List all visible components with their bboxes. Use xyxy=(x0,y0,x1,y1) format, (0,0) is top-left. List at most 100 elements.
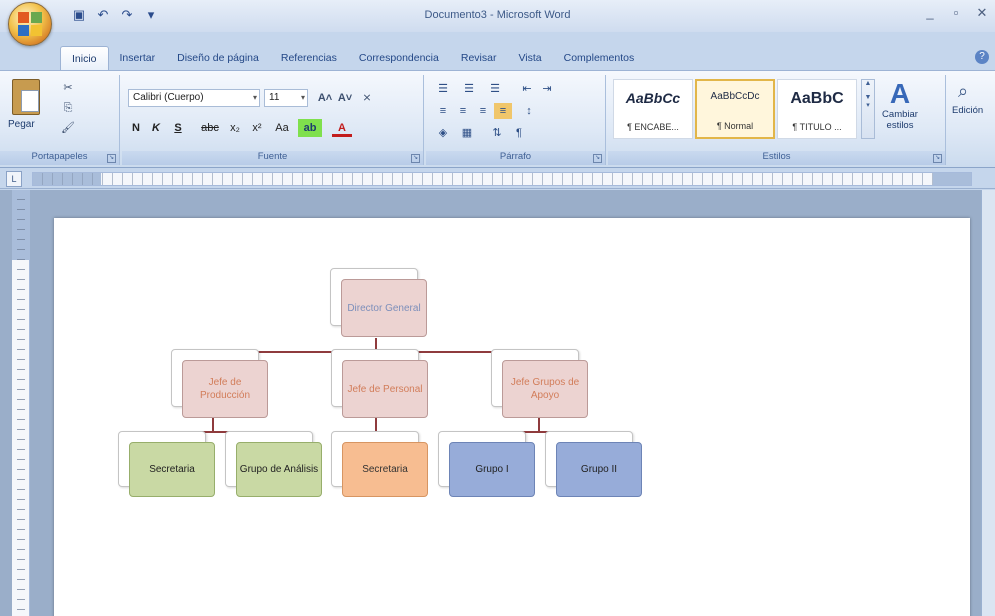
decrease-indent-icon[interactable]: ⇤ xyxy=(518,81,536,97)
tab-correspondencia[interactable]: Correspondencia xyxy=(348,46,450,70)
style-normal-name: ¶ Normal xyxy=(716,121,754,131)
clipboard-group: Pegar ✂ ⎘ 🖌 Portapapeles ↘ xyxy=(0,75,120,165)
style-title[interactable]: AaBbC ¶ TITULO ... xyxy=(777,79,857,139)
editing-button[interactable]: Edición xyxy=(952,105,983,116)
node-jefe-grupos-apoyo[interactable]: Jefe Grupos de Apoyo xyxy=(502,360,588,418)
bold-button[interactable]: N xyxy=(128,119,144,137)
tab-complementos[interactable]: Complementos xyxy=(553,46,646,70)
tab-insertar[interactable]: Insertar xyxy=(109,46,167,70)
editing-group: ⌕ Edición xyxy=(948,75,995,165)
borders-icon[interactable]: ▦ xyxy=(458,125,476,141)
styles-launcher-icon[interactable]: ↘ xyxy=(933,154,942,163)
paragraph-group: ☰ ☰ ☰ ⇤ ⇥ ≡ ≡ ≡ ≡ ↕ ◈ ▦ ⇅ ¶ Párrafo ↘ xyxy=(426,75,606,165)
clipboard-launcher-icon[interactable]: ↘ xyxy=(107,154,116,163)
style-heading[interactable]: AaBbCc ¶ ENCABE... xyxy=(613,79,693,139)
vertical-scrollbar[interactable] xyxy=(981,190,995,616)
format-painter-icon[interactable]: 🖌 xyxy=(60,121,76,135)
sort-icon[interactable]: ⇅ xyxy=(488,125,506,141)
minimize-button[interactable]: _ xyxy=(917,4,943,24)
word-window: ▣ ↶ ↷ ▾ Documento3 - Microsoft Word _ ▫ … xyxy=(0,0,995,616)
node-jefe-personal[interactable]: Jefe de Personal xyxy=(342,360,428,418)
find-icon[interactable]: ⌕ xyxy=(958,81,968,102)
connector-apoyo-down xyxy=(538,418,540,432)
underline-button[interactable]: S xyxy=(170,119,186,137)
chevron-down-icon: ▾ xyxy=(252,93,257,102)
line-spacing-icon[interactable]: ↕ xyxy=(520,103,538,119)
subscript-button[interactable]: x₂ xyxy=(226,119,244,137)
node-grupo-analisis[interactable]: Grupo de Análisis xyxy=(236,442,322,497)
tab-referencias[interactable]: Referencias xyxy=(270,46,348,70)
tab-selector-icon[interactable]: L xyxy=(6,171,22,187)
paragraph-launcher-icon[interactable]: ↘ xyxy=(593,154,602,163)
paste-icon[interactable] xyxy=(12,79,40,115)
bullets-icon[interactable]: ☰ xyxy=(434,81,452,97)
font-color-button[interactable]: A xyxy=(332,119,352,137)
node-director-general[interactable]: Director General xyxy=(341,279,427,337)
paste-button[interactable]: Pegar xyxy=(8,119,35,130)
document-page[interactable]: Director General Jefe de Producción Jefe… xyxy=(54,218,970,616)
font-size-value: 11 xyxy=(269,92,280,103)
styles-group-label: Estilos xyxy=(608,151,945,165)
strikethrough-button[interactable]: abc xyxy=(198,119,222,137)
tab-vista[interactable]: Vista xyxy=(507,46,552,70)
help-icon[interactable]: ? xyxy=(975,50,989,64)
window-controls: _ ▫ ✕ xyxy=(917,4,995,24)
window-title: Documento3 - Microsoft Word xyxy=(424,9,571,21)
shading-icon[interactable]: ◈ xyxy=(434,125,452,141)
styles-group: AaBbCc ¶ ENCABE... AaBbCcDc ¶ Normal AaB… xyxy=(608,75,946,165)
horizontal-ruler[interactable] xyxy=(32,172,972,186)
grow-font-icon[interactable]: A˄ xyxy=(316,91,334,105)
change-styles-button[interactable]: A Cambiar estilos xyxy=(881,79,919,132)
maximize-button[interactable]: ▫ xyxy=(943,4,969,24)
highlight-button[interactable]: ab xyxy=(298,119,322,137)
right-margin-area xyxy=(933,173,971,185)
ribbon-tabs: Inicio Insertar Diseño de página Referen… xyxy=(60,46,645,70)
align-center-icon[interactable]: ≡ xyxy=(454,103,472,119)
font-size-select[interactable]: 11 ▾ xyxy=(264,89,308,107)
superscript-button[interactable]: x² xyxy=(248,119,266,137)
align-right-icon[interactable]: ≡ xyxy=(474,103,492,119)
italic-button[interactable]: K xyxy=(148,119,164,137)
style-title-name: ¶ TITULO ... xyxy=(792,122,842,132)
multilevel-list-icon[interactable]: ☰ xyxy=(486,81,504,97)
change-case-button[interactable]: Aa xyxy=(272,119,292,137)
styles-scroll[interactable]: ▲ ▼ ▾ xyxy=(861,79,875,139)
node-secretaria-produccion[interactable]: Secretaria xyxy=(129,442,215,497)
org-chart[interactable]: Director General Jefe de Producción Jefe… xyxy=(54,218,970,616)
style-title-sample: AaBbC xyxy=(790,90,844,107)
ruler-row: L xyxy=(0,169,995,189)
clear-format-icon[interactable]: ⨯ xyxy=(358,91,376,105)
cut-icon[interactable]: ✂ xyxy=(60,81,76,95)
node-jefe-produccion[interactable]: Jefe de Producción xyxy=(182,360,268,418)
justify-icon[interactable]: ≡ xyxy=(494,103,512,119)
tab-revisar[interactable]: Revisar xyxy=(450,46,508,70)
change-styles-label: Cambiar estilos xyxy=(882,109,918,131)
align-left-icon[interactable]: ≡ xyxy=(434,103,452,119)
pilcrow-icon[interactable]: ¶ xyxy=(510,125,528,141)
style-normal-sample: AaBbCcDc xyxy=(710,91,760,102)
style-normal[interactable]: AaBbCcDc ¶ Normal xyxy=(695,79,775,139)
node-secretaria-personal[interactable]: Secretaria xyxy=(342,442,428,497)
office-button[interactable] xyxy=(8,2,52,46)
ribbon: Pegar ✂ ⎘ 🖌 Portapapeles ↘ Calibri (Cuer… xyxy=(0,70,995,168)
close-button[interactable]: ✕ xyxy=(969,4,995,24)
node-grupo-ii[interactable]: Grupo II xyxy=(556,442,642,497)
font-group-label: Fuente xyxy=(122,151,423,165)
increase-indent-icon[interactable]: ⇥ xyxy=(538,81,556,97)
vertical-ruler[interactable] xyxy=(12,190,30,616)
connector-produccion-down xyxy=(212,418,214,432)
tab-inicio[interactable]: Inicio xyxy=(60,46,109,70)
paragraph-group-label: Párrafo xyxy=(426,151,605,165)
font-name-value: Calibri (Cuerpo) xyxy=(133,92,204,103)
office-logo-icon xyxy=(18,12,42,36)
copy-icon[interactable]: ⎘ xyxy=(60,101,76,115)
style-heading-name: ¶ ENCABE... xyxy=(627,122,679,132)
shrink-font-icon[interactable]: A˅ xyxy=(336,91,354,105)
clipboard-group-label: Portapapeles xyxy=(0,151,119,165)
font-name-select[interactable]: Calibri (Cuerpo) ▾ xyxy=(128,89,260,107)
node-grupo-i[interactable]: Grupo I xyxy=(449,442,535,497)
numbering-icon[interactable]: ☰ xyxy=(460,81,478,97)
font-launcher-icon[interactable]: ↘ xyxy=(411,154,420,163)
style-heading-sample: AaBbCc xyxy=(625,90,681,106)
tab-diseno-pagina[interactable]: Diseño de página xyxy=(166,46,270,70)
